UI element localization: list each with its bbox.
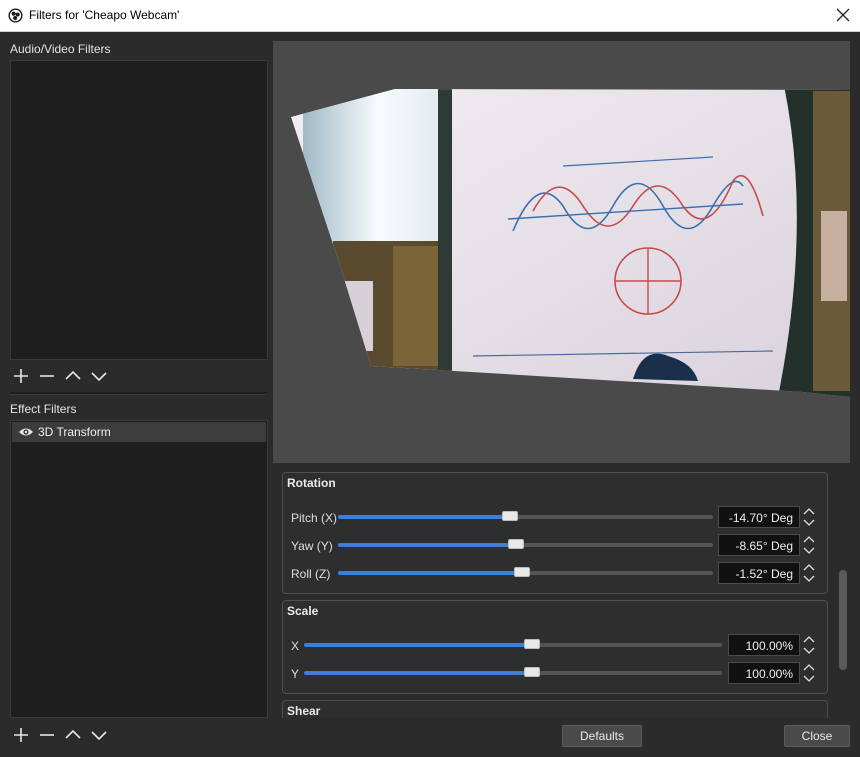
move-effect-filter-down-button[interactable] — [90, 726, 108, 744]
effect-filters-toolbar — [12, 726, 108, 744]
footer-bar — [276, 718, 836, 757]
effect-filters-list[interactable] — [10, 420, 268, 718]
chevron-down-icon[interactable] — [801, 545, 817, 556]
chevron-down-icon[interactable] — [801, 673, 817, 684]
add-audio-filter-button[interactable] — [12, 367, 30, 385]
chevron-down-icon[interactable] — [801, 645, 817, 656]
panel-divider[interactable] — [10, 392, 267, 395]
yaw-label: Yaw (Y) — [291, 539, 333, 553]
chevron-down-icon[interactable] — [801, 517, 817, 528]
move-audio-filter-down-button[interactable] — [90, 367, 108, 385]
chevron-down-icon[interactable] — [801, 573, 817, 584]
scale-y-slider-handle[interactable] — [524, 667, 540, 677]
scale-x-slider[interactable] — [304, 639, 722, 649]
roll-label: Roll (Z) — [291, 567, 331, 581]
move-audio-filter-up-button[interactable] — [64, 367, 82, 385]
scale-y-spinbox[interactable]: 100.00% — [728, 662, 800, 684]
chevron-up-icon[interactable] — [801, 506, 817, 517]
plus-icon — [14, 369, 28, 383]
close-icon[interactable] — [834, 6, 852, 24]
minus-icon — [40, 375, 54, 377]
effect-filter-label: 3D Transform — [38, 425, 111, 439]
audio-video-filters-label: Audio/Video Filters — [10, 42, 111, 56]
effect-filters-label: Effect Filters — [10, 402, 77, 416]
yaw-slider-handle[interactable] — [508, 539, 524, 549]
yaw-spinbox[interactable]: -8.65° Deg — [718, 534, 800, 556]
effect-filter-item-3d-transform[interactable]: 3D Transform — [12, 422, 266, 442]
audio-video-filters-list[interactable] — [10, 60, 268, 360]
chevron-up-icon — [65, 370, 81, 380]
pitch-stepper[interactable] — [801, 506, 817, 528]
add-effect-filter-button[interactable] — [12, 726, 30, 744]
rotation-title: Rotation — [287, 476, 336, 490]
shear-title: Shear — [287, 704, 321, 718]
close-button[interactable]: Close — [784, 725, 850, 747]
chevron-up-icon[interactable] — [801, 634, 817, 645]
scale-y-slider[interactable] — [304, 667, 722, 677]
yaw-stepper[interactable] — [801, 534, 817, 556]
scale-y-label: Y — [291, 667, 300, 681]
scale-x-label: X — [291, 639, 300, 653]
properties-scrollbar[interactable] — [839, 570, 847, 670]
scale-x-value: 100.00% — [745, 639, 793, 653]
scale-x-spinbox[interactable]: 100.00% — [728, 634, 800, 656]
chevron-up-icon[interactable] — [801, 662, 817, 673]
roll-spinbox[interactable]: -1.52° Deg — [718, 562, 800, 584]
scale-title: Scale — [287, 604, 319, 618]
remove-effect-filter-button[interactable] — [38, 726, 56, 744]
pitch-value: -14.70° Deg — [728, 511, 793, 525]
pitch-label: Pitch (X) — [291, 511, 338, 525]
roll-stepper[interactable] — [801, 562, 817, 584]
eye-icon[interactable] — [18, 425, 34, 439]
pitch-spinbox[interactable]: -14.70° Deg — [718, 506, 800, 528]
scale-x-slider-handle[interactable] — [524, 639, 540, 649]
scale-y-stepper[interactable] — [801, 662, 817, 684]
pitch-slider[interactable] — [338, 511, 713, 521]
plus-icon — [14, 728, 28, 742]
move-effect-filter-up-button[interactable] — [64, 726, 82, 744]
minus-icon — [40, 734, 54, 736]
audio-video-toolbar — [12, 367, 108, 385]
chevron-up-icon — [65, 729, 81, 739]
title-bar: Filters for 'Cheapo Webcam' — [0, 0, 860, 32]
chevron-down-icon — [91, 731, 107, 741]
webcam-preview — [291, 89, 850, 397]
defaults-button[interactable]: Defaults — [562, 725, 642, 747]
chevron-up-icon[interactable] — [801, 534, 817, 545]
scale-x-stepper[interactable] — [801, 634, 817, 656]
remove-audio-filter-button[interactable] — [38, 367, 56, 385]
pitch-slider-handle[interactable] — [502, 511, 518, 521]
chevron-down-icon — [91, 372, 107, 382]
roll-slider-handle[interactable] — [514, 567, 530, 577]
roll-slider[interactable] — [338, 567, 713, 577]
scale-y-value: 100.00% — [745, 667, 793, 681]
yaw-value: -8.65° Deg — [735, 539, 794, 553]
roll-value: -1.52° Deg — [735, 567, 794, 581]
yaw-slider[interactable] — [338, 539, 713, 549]
obs-icon — [8, 8, 23, 23]
chevron-up-icon[interactable] — [801, 562, 817, 573]
window-title: Filters for 'Cheapo Webcam' — [29, 8, 180, 22]
